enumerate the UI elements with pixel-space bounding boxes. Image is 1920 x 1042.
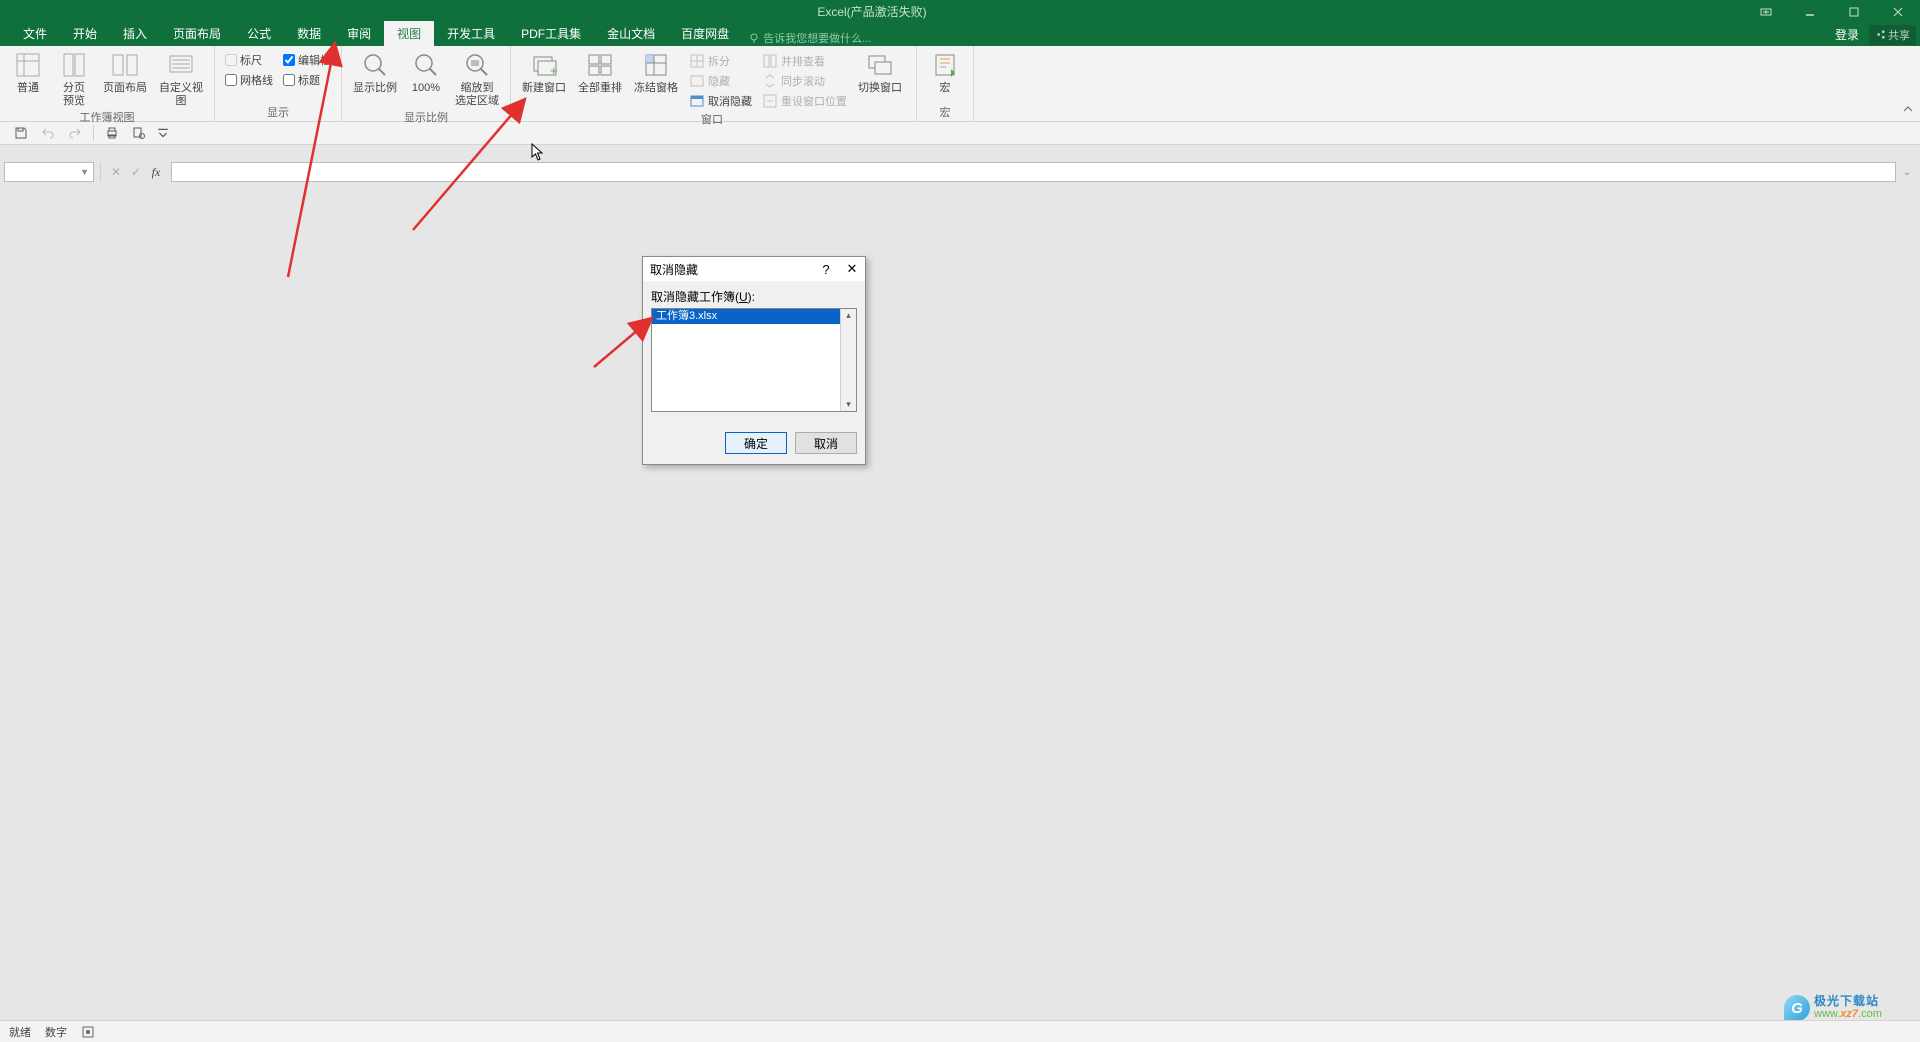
maximize-icon[interactable] [1832,0,1876,23]
group-show: 标尺 网格线 编辑栏 标题 显示 [215,46,342,121]
chk-gridlines[interactable]: 网格线 [222,71,276,89]
expand-formula-icon[interactable]: ⌄ [1898,167,1916,178]
btn-zoom-selection[interactable]: 缩放到 选定区域 [451,49,503,108]
menu-pdf[interactable]: PDF工具集 [508,21,594,46]
btn-hide[interactable]: 隐藏 [686,72,755,90]
menu-kingsoft[interactable]: 金山文档 [594,21,668,46]
menu-data[interactable]: 数据 [284,21,334,46]
btn-normal-view[interactable]: 普通 [7,49,49,95]
qat-save-icon[interactable] [12,124,30,142]
window-title: Excel(产品激活失败) [0,3,1744,20]
group-window: +新建窗口 全部重排 冻结窗格 拆分 隐藏 取消隐藏 并排查看 同步滚动 重设窗… [511,46,917,121]
enter-formula-icon[interactable]: ✓ [127,163,145,181]
btn-zoom[interactable]: 显示比例 [349,49,401,95]
btn-pagebreak[interactable]: 分页 预览 [53,49,95,108]
btn-pagelayout[interactable]: 页面布局 [99,49,151,95]
dialog-title: 取消隐藏 [650,261,698,278]
btn-sync-scroll[interactable]: 同步滚动 [759,72,850,90]
status-ready: 就绪 [9,1024,31,1040]
menu-home[interactable]: 开始 [60,21,110,46]
btn-switch-window[interactable]: 切换窗口 [854,49,906,95]
btn-unhide[interactable]: 取消隐藏 [686,92,755,110]
menu-formulas[interactable]: 公式 [234,21,284,46]
chk-formulabar[interactable]: 编辑栏 [280,51,334,69]
scrollbar-down-icon[interactable]: ▾ [845,398,852,411]
qat-quickprint-icon[interactable] [103,124,121,142]
dialog-label: 取消隐藏工作簿(U): [651,288,857,305]
btn-side-by-side[interactable]: 并排查看 [759,52,850,70]
qat-printpreview-icon[interactable] [130,124,148,142]
macro-record-icon[interactable] [81,1025,95,1039]
title-bar: Excel(产品激活失败) [0,0,1920,23]
svg-text:+: + [550,63,558,78]
fx-icon[interactable]: fx [147,163,165,181]
btn-custom-view[interactable]: 自定义视图 [155,49,207,108]
cancel-formula-icon[interactable]: ✕ [107,163,125,181]
scrollbar-up-icon[interactable]: ▴ [845,309,852,322]
share-icon [1875,29,1886,40]
btn-new-window[interactable]: +新建窗口 [518,49,570,95]
menu-pagelayout[interactable]: 页面布局 [160,21,234,46]
listbox-scrollbar[interactable]: ▴ ▾ [840,309,856,411]
menu-review[interactable]: 审阅 [334,21,384,46]
collapse-ribbon-icon[interactable] [1896,100,1920,121]
qat-separator [93,125,94,141]
unhide-dialog: 取消隐藏 ? ✕ 取消隐藏工作簿(U): 工作簿3.xlsx ▴ ▾ 确定 取消 [642,256,866,465]
cursor-icon [531,143,545,161]
status-bar: 就绪 数字 [0,1020,1920,1042]
btn-freeze-panes[interactable]: 冻结窗格 [630,49,682,95]
share-button[interactable]: 共享 [1869,25,1916,45]
ok-button[interactable]: 确定 [725,432,787,454]
minimize-icon[interactable] [1788,0,1832,23]
status-numlock: 数字 [45,1024,67,1040]
group-zoom: 显示比例 100% 缩放到 选定区域 显示比例 [342,46,511,121]
menu-insert[interactable]: 插入 [110,21,160,46]
menu-file[interactable]: 文件 [10,21,60,46]
btn-arrange-all[interactable]: 全部重排 [574,49,626,95]
btn-macros[interactable]: 宏 [924,49,966,95]
qat-redo-icon[interactable] [66,124,84,142]
dialog-title-bar[interactable]: 取消隐藏 ? ✕ [643,257,865,281]
btn-split[interactable]: 拆分 [686,52,755,70]
group-workbook-views: 普通 分页 预览 页面布局 自定义视图 工作簿视图 [0,46,215,121]
chevron-down-icon[interactable]: ▼ [80,167,89,177]
tell-me-search[interactable]: 告诉我您想要做什么... [748,30,871,46]
btn-reset-pos[interactable]: 重设窗口位置 [759,92,850,110]
menu-bar: 文件 开始 插入 页面布局 公式 数据 审阅 视图 开发工具 PDF工具集 金山… [0,23,1920,46]
qat-customize-icon[interactable] [157,124,169,142]
list-item[interactable]: 工作簿3.xlsx [652,309,840,324]
ribbon-display-options-icon[interactable] [1744,0,1788,23]
qat-undo-icon[interactable] [39,124,57,142]
watermark-badge-icon [1784,995,1810,1021]
quick-access-toolbar [0,122,1920,145]
ribbon: 普通 分页 预览 页面布局 自定义视图 工作簿视图 标尺 网格线 编辑栏 标题 … [0,46,1920,122]
btn-zoom100[interactable]: 100% [405,49,447,95]
name-box[interactable]: ▼ [4,162,94,182]
group-macros: 宏 宏 [917,46,974,121]
cancel-button[interactable]: 取消 [795,432,857,454]
formula-input[interactable] [171,162,1896,182]
workbook-listbox[interactable]: 工作簿3.xlsx ▴ ▾ [651,308,857,412]
menu-baidu[interactable]: 百度网盘 [668,21,742,46]
login-button[interactable]: 登录 [1825,23,1869,46]
menu-dev[interactable]: 开发工具 [434,21,508,46]
chk-ruler[interactable]: 标尺 [222,51,276,69]
menu-view[interactable]: 视图 [384,21,434,46]
worksheet-area [0,185,1920,1012]
dialog-help-icon[interactable]: ? [813,257,839,281]
close-icon[interactable] [1876,0,1920,23]
chk-headings[interactable]: 标题 [280,71,334,89]
lightbulb-icon [748,32,760,44]
formula-bar: ▼ ✕ ✓ fx ⌄ [0,159,1920,185]
dialog-close-icon[interactable]: ✕ [839,257,865,281]
